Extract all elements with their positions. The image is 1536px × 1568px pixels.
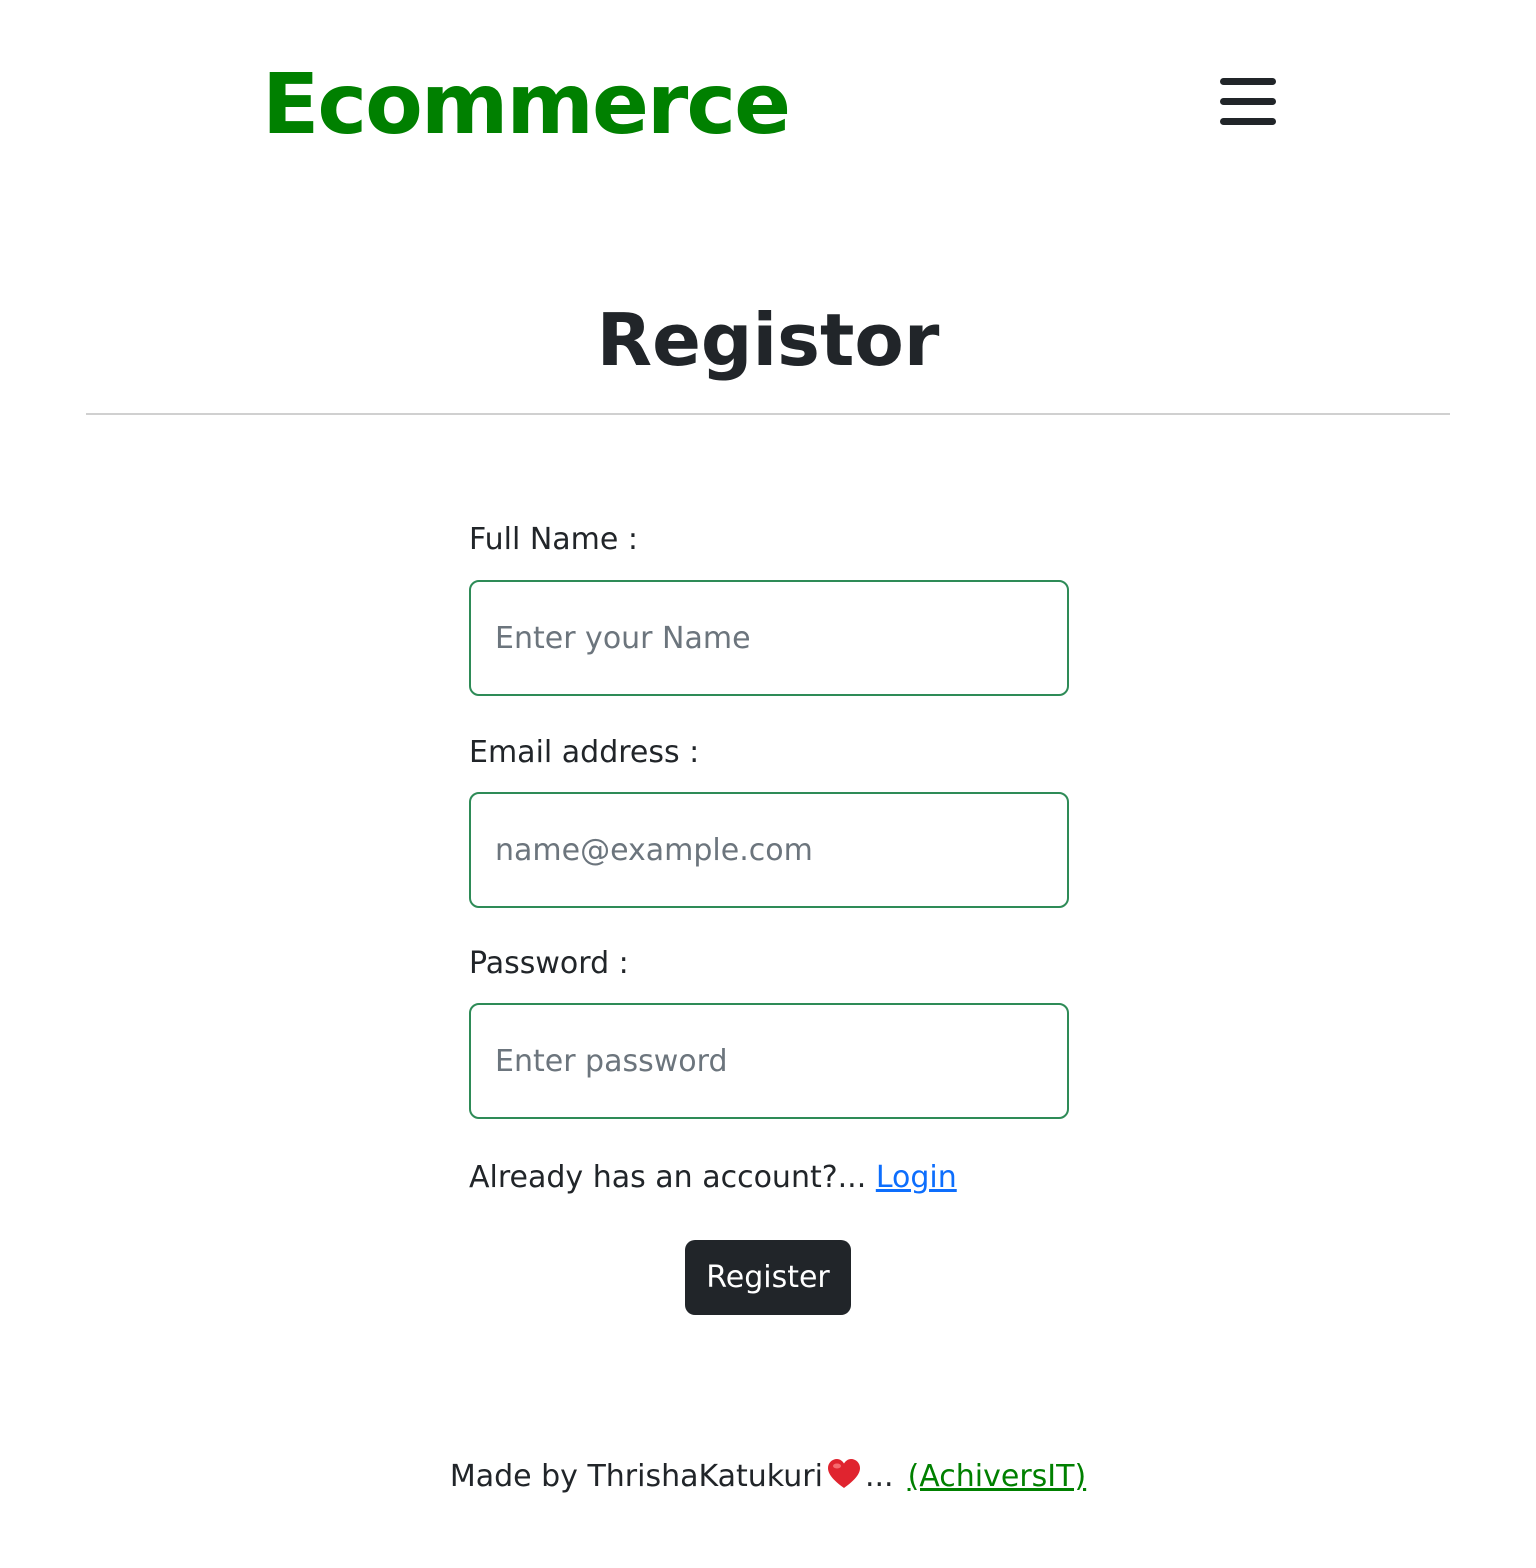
brand-logo[interactable]: Ecommerce: [262, 54, 791, 154]
login-prompt: Already has an account?... Login: [469, 1157, 957, 1199]
email-input[interactable]: [469, 792, 1069, 908]
page-title: Registor: [596, 298, 940, 382]
divider: [86, 413, 1450, 415]
menu-bar: [1220, 78, 1276, 85]
menu-bar: [1220, 98, 1276, 105]
login-link[interactable]: Login: [876, 1160, 957, 1195]
full-name-input[interactable]: [469, 580, 1069, 696]
full-name-label: Full Name :: [469, 522, 638, 557]
navbar: Ecommerce: [0, 0, 1536, 200]
footer-made-by: Made by ThrishaKatukuri: [449, 1459, 823, 1494]
hamburger-menu-icon[interactable]: [1214, 70, 1282, 134]
password-label: Password :: [469, 946, 629, 981]
register-button[interactable]: Register: [685, 1240, 851, 1315]
menu-bar: [1220, 118, 1276, 125]
password-input[interactable]: [469, 1003, 1069, 1119]
footer-ellipsis: ...: [864, 1459, 894, 1494]
login-prompt-text: Already has an account?...: [469, 1160, 867, 1195]
email-label: Email address :: [469, 735, 700, 770]
footer: Made by ThrishaKatukuri... (AchiversIT): [0, 1455, 1536, 1503]
achiversit-link[interactable]: (AchiversIT): [908, 1459, 1087, 1494]
heart-icon: [827, 1458, 861, 1503]
